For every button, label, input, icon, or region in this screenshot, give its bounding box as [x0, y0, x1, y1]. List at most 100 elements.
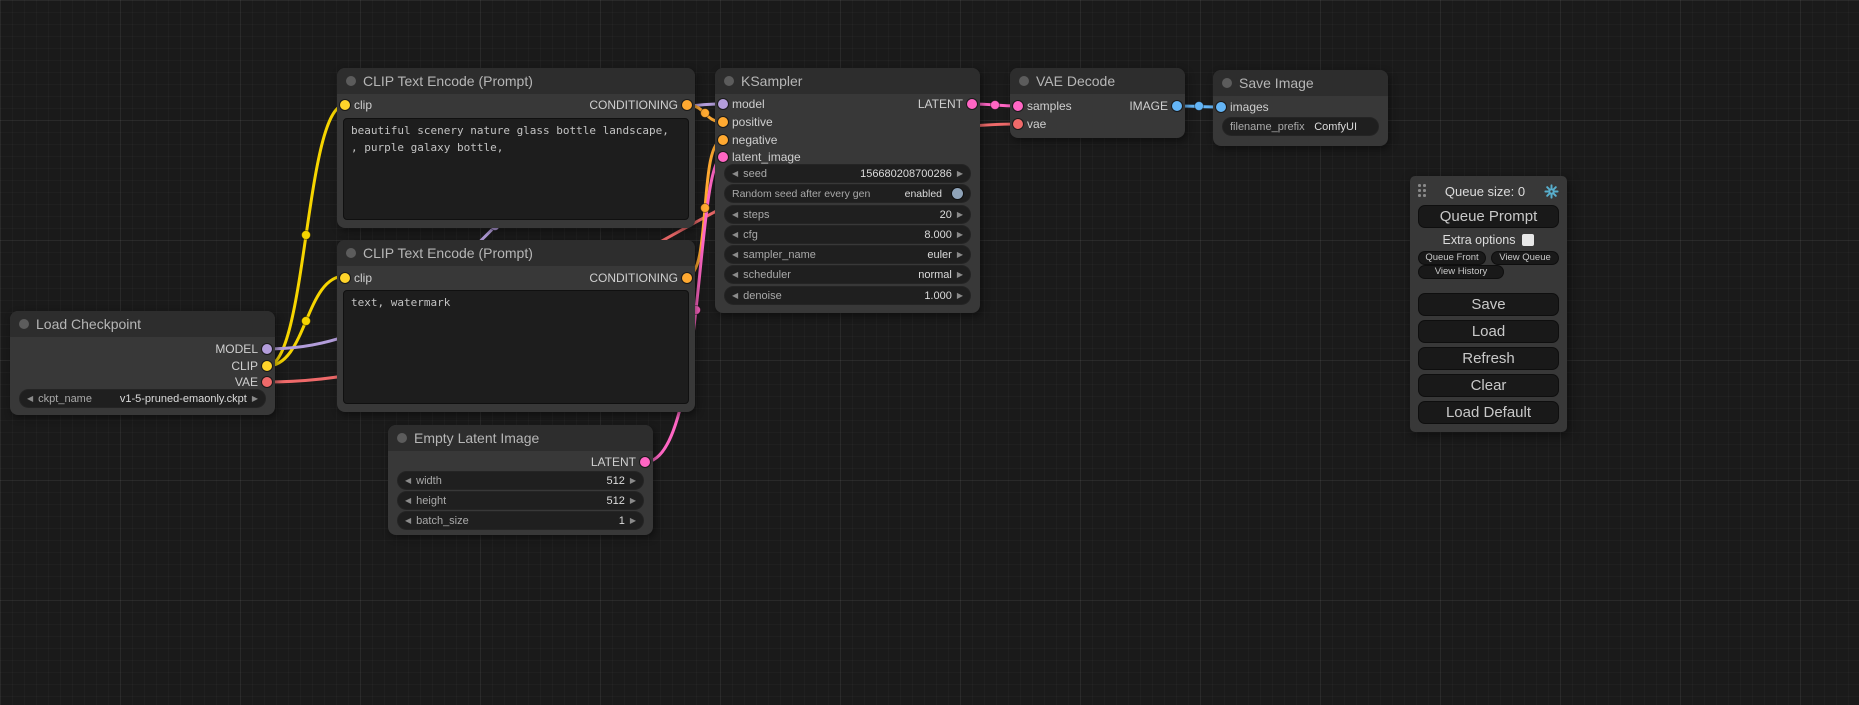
prev-arrow-icon[interactable]: ◀	[732, 206, 738, 223]
next-arrow-icon[interactable]: ▶	[630, 472, 636, 489]
widget-name: batch_size	[416, 515, 469, 527]
width-widget[interactable]: ◀ width 512 ▶	[398, 472, 643, 489]
next-arrow-icon[interactable]: ▶	[957, 226, 963, 243]
next-arrow-icon[interactable]: ▶	[630, 512, 636, 529]
input-port-clip[interactable]	[340, 100, 350, 110]
node-title: CLIP Text Encode (Prompt)	[363, 245, 533, 261]
node-graph-canvas[interactable]: Load Checkpoint MODEL CLIP VAE ◀ ckpt_na…	[0, 0, 1859, 705]
node-title: Save Image	[1239, 75, 1314, 91]
queue-front-button[interactable]: Queue Front	[1418, 251, 1486, 265]
node-titlebar[interactable]: VAE Decode	[1010, 68, 1185, 94]
collapse-dot-icon[interactable]	[19, 319, 29, 329]
next-arrow-icon[interactable]: ▶	[957, 287, 963, 304]
random-seed-toggle-widget[interactable]: Random seed after every gen enabled	[725, 185, 970, 202]
negative-prompt-textarea[interactable]: text, watermark	[343, 290, 689, 404]
steps-widget[interactable]: ◀ steps 20 ▶	[725, 206, 970, 223]
next-arrow-icon[interactable]: ▶	[957, 246, 963, 263]
view-history-button[interactable]: View History	[1418, 265, 1504, 279]
output-port-latent[interactable]	[967, 99, 977, 109]
node-empty-latent-image[interactable]: Empty Latent Image LATENT ◀ width 512 ▶ …	[388, 425, 653, 535]
input-port-model[interactable]	[718, 99, 728, 109]
node-titlebar[interactable]: KSampler	[715, 68, 980, 94]
prev-arrow-icon[interactable]: ◀	[405, 472, 411, 489]
wire-midpoint-dot	[302, 231, 311, 240]
prev-arrow-icon[interactable]: ◀	[405, 512, 411, 529]
collapse-dot-icon[interactable]	[724, 76, 734, 86]
prev-arrow-icon[interactable]: ◀	[732, 226, 738, 243]
prev-arrow-icon[interactable]: ◀	[732, 246, 738, 263]
toggle-knob-icon[interactable]	[952, 188, 963, 199]
scheduler-widget[interactable]: ◀ scheduler normal ▶	[725, 266, 970, 283]
next-arrow-icon[interactable]: ▶	[957, 165, 963, 182]
input-port-latent-image[interactable]	[718, 152, 728, 162]
node-titlebar[interactable]: Empty Latent Image	[388, 425, 653, 451]
cfg-widget[interactable]: ◀ cfg 8.000 ▶	[725, 226, 970, 243]
node-titlebar[interactable]: Load Checkpoint	[10, 311, 275, 337]
node-ksampler[interactable]: KSampler model positive negative latent_…	[715, 68, 980, 313]
input-label-latent-image: latent_image	[732, 149, 801, 165]
node-clip-text-encode-positive[interactable]: CLIP Text Encode (Prompt) clip CONDITION…	[337, 68, 695, 228]
collapse-dot-icon[interactable]	[346, 76, 356, 86]
refresh-button[interactable]: Refresh	[1418, 347, 1559, 370]
output-port-image[interactable]	[1172, 101, 1182, 111]
prev-arrow-icon[interactable]: ◀	[405, 492, 411, 509]
node-titlebar[interactable]: CLIP Text Encode (Prompt)	[337, 240, 695, 266]
collapse-dot-icon[interactable]	[397, 433, 407, 443]
settings-gear-icon[interactable]	[1543, 183, 1559, 199]
prev-arrow-icon[interactable]: ◀	[27, 390, 33, 407]
save-button[interactable]: Save	[1418, 293, 1559, 316]
output-port-vae[interactable]	[262, 377, 272, 387]
positive-prompt-textarea[interactable]: beautiful scenery nature glass bottle la…	[343, 118, 689, 220]
sampler-name-widget[interactable]: ◀ sampler_name euler ▶	[725, 246, 970, 263]
node-load-checkpoint[interactable]: Load Checkpoint MODEL CLIP VAE ◀ ckpt_na…	[10, 311, 275, 415]
widget-name: steps	[743, 209, 769, 221]
output-port-clip[interactable]	[262, 361, 272, 371]
output-port-model[interactable]	[262, 344, 272, 354]
node-clip-text-encode-negative[interactable]: CLIP Text Encode (Prompt) clip CONDITION…	[337, 240, 695, 412]
next-arrow-icon[interactable]: ▶	[957, 206, 963, 223]
collapse-dot-icon[interactable]	[1222, 78, 1232, 88]
collapse-dot-icon[interactable]	[1019, 76, 1029, 86]
clear-button[interactable]: Clear	[1418, 374, 1559, 397]
next-arrow-icon[interactable]: ▶	[252, 390, 258, 407]
denoise-widget[interactable]: ◀ denoise 1.000 ▶	[725, 287, 970, 304]
input-port-images[interactable]	[1216, 102, 1226, 112]
input-port-positive[interactable]	[718, 117, 728, 127]
input-label-model: model	[732, 96, 765, 112]
batch-size-widget[interactable]: ◀ batch_size 1 ▶	[398, 512, 643, 529]
height-widget[interactable]: ◀ height 512 ▶	[398, 492, 643, 509]
seed-widget[interactable]: ◀ seed 156680208700286 ▶	[725, 165, 970, 182]
prev-arrow-icon[interactable]: ◀	[732, 287, 738, 304]
next-arrow-icon[interactable]: ▶	[630, 492, 636, 509]
view-queue-button[interactable]: View Queue	[1491, 251, 1559, 265]
collapse-dot-icon[interactable]	[346, 248, 356, 258]
prev-arrow-icon[interactable]: ◀	[732, 165, 738, 182]
node-titlebar[interactable]: CLIP Text Encode (Prompt)	[337, 68, 695, 94]
prev-arrow-icon[interactable]: ◀	[732, 266, 738, 283]
wire-midpoint-dot	[701, 109, 710, 118]
widget-value: 156680208700286	[860, 168, 952, 180]
load-button[interactable]: Load	[1418, 320, 1559, 343]
drag-handle-icon[interactable]	[1418, 184, 1427, 198]
output-port-conditioning[interactable]	[682, 273, 692, 283]
output-label-conditioning: CONDITIONING	[589, 270, 678, 286]
input-port-vae[interactable]	[1013, 119, 1023, 129]
input-port-negative[interactable]	[718, 135, 728, 145]
input-label-samples: samples	[1027, 98, 1072, 114]
widget-name: width	[416, 475, 442, 487]
wire-midpoint-dot	[701, 204, 710, 213]
node-titlebar[interactable]: Save Image	[1213, 70, 1388, 96]
node-save-image[interactable]: Save Image images filename_prefix ComfyU…	[1213, 70, 1388, 146]
ckpt-name-widget[interactable]: ◀ ckpt_name v1-5-pruned-emaonly.ckpt ▶	[20, 390, 265, 407]
next-arrow-icon[interactable]: ▶	[957, 266, 963, 283]
output-port-latent[interactable]	[640, 457, 650, 467]
load-default-button[interactable]: Load Default	[1418, 401, 1559, 424]
filename-prefix-widget[interactable]: filename_prefix ComfyUI	[1223, 118, 1378, 135]
node-vae-decode[interactable]: VAE Decode samples vae IMAGE	[1010, 68, 1185, 138]
input-port-samples[interactable]	[1013, 101, 1023, 111]
input-port-clip[interactable]	[340, 273, 350, 283]
queue-control-panel[interactable]: Queue size: 0 Queue Prompt Extra options	[1410, 176, 1567, 432]
extra-options-checkbox[interactable]	[1522, 234, 1534, 246]
queue-prompt-button[interactable]: Queue Prompt	[1418, 205, 1559, 228]
output-port-conditioning[interactable]	[682, 100, 692, 110]
